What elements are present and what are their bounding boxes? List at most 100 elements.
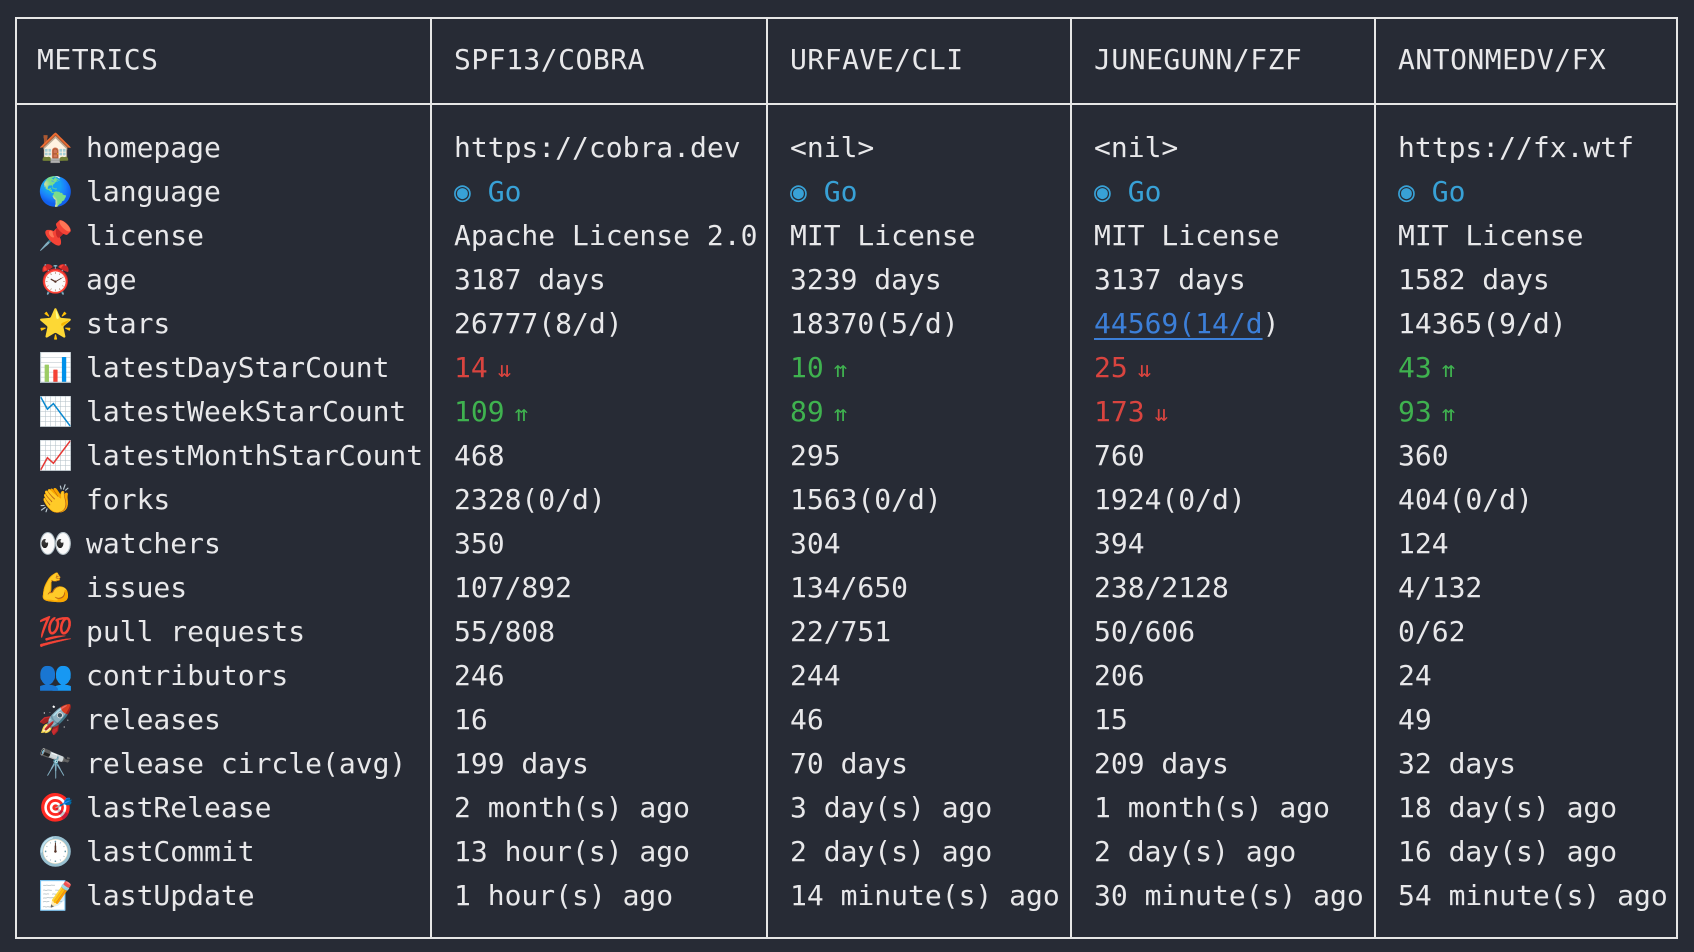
metric-value: ◉ Go bbox=[1094, 172, 1161, 212]
metric-value: 89 ⇈ bbox=[790, 392, 847, 432]
metric-label: releases bbox=[86, 703, 221, 736]
column-divider bbox=[430, 17, 432, 939]
metric-label: release circle(avg) bbox=[86, 747, 407, 780]
metric-value: 49 bbox=[1398, 703, 1432, 736]
stars-link[interactable]: 44569(14/d bbox=[1094, 307, 1263, 340]
metric-value: 26777(8/d) bbox=[454, 307, 623, 340]
metric-value: 18 day(s) ago bbox=[1398, 791, 1618, 824]
direct-hit-icon: 🎯 bbox=[38, 791, 73, 824]
metric-label: stars bbox=[86, 307, 171, 340]
hundred-points-icon: 💯 bbox=[38, 615, 73, 648]
metric-value: 295 bbox=[790, 439, 841, 472]
metric-label: issues bbox=[86, 571, 188, 604]
trend-value: 109 bbox=[454, 395, 505, 428]
trend-down-icon: ⇊ bbox=[1137, 358, 1151, 383]
metric-value: 14 minute(s) ago bbox=[790, 879, 1060, 912]
metric-value: 394 bbox=[1094, 527, 1145, 560]
metric-value: MIT License bbox=[1094, 219, 1280, 252]
chart-increasing-icon: 📈 bbox=[38, 439, 73, 472]
busts-icon: 👥 bbox=[38, 659, 73, 692]
metric-label: license bbox=[86, 219, 205, 252]
metric-label: lastUpdate bbox=[86, 879, 255, 912]
metric-value: 16 bbox=[454, 703, 488, 736]
house-icon: 🏠 bbox=[38, 131, 73, 164]
metric-value: 1563(0/d) bbox=[790, 483, 942, 516]
language-value: Go bbox=[1127, 175, 1162, 208]
metric-value: 0/62 bbox=[1398, 615, 1466, 648]
metric-value: 2 month(s) ago bbox=[454, 791, 691, 824]
metric-value: <nil> bbox=[790, 131, 875, 164]
metric-value: 70 days bbox=[790, 747, 909, 780]
metric-value: 468 bbox=[454, 439, 505, 472]
metric-value: 16 day(s) ago bbox=[1398, 835, 1618, 868]
metric-value: 124 bbox=[1398, 527, 1449, 560]
column-divider bbox=[1374, 17, 1376, 939]
metric-value: 4/132 bbox=[1398, 571, 1483, 604]
metric-value: 22/751 bbox=[790, 615, 892, 648]
metric-label: language bbox=[86, 175, 221, 208]
metric-value: 2 day(s) ago bbox=[790, 835, 993, 868]
rocket-icon: 🚀 bbox=[38, 703, 73, 736]
metric-value: 304 bbox=[790, 527, 841, 560]
header-antonmedv-fx: ANTONMEDV/FX bbox=[1398, 43, 1607, 76]
language-dot-icon: ◉ bbox=[790, 175, 824, 208]
trend-up-icon: ⇈ bbox=[514, 402, 528, 427]
metric-value: ◉ Go bbox=[1398, 172, 1465, 212]
metric-label: lastRelease bbox=[86, 791, 272, 824]
header-spf13-cobra: SPF13/COBRA bbox=[454, 43, 645, 76]
metric-value: 3 day(s) ago bbox=[790, 791, 993, 824]
clock-icon: 🕛 bbox=[38, 835, 73, 868]
clapping-hands-icon: 👏 bbox=[38, 483, 73, 516]
metric-value: 134/650 bbox=[790, 571, 909, 604]
metric-label: watchers bbox=[86, 527, 221, 560]
metric-label: lastCommit bbox=[86, 835, 255, 868]
metric-label: latestMonthStarCount bbox=[86, 439, 424, 472]
metric-value: 360 bbox=[1398, 439, 1449, 472]
metric-value: 18370(5/d) bbox=[790, 307, 959, 340]
header-divider bbox=[15, 103, 1678, 105]
metric-value: MIT License bbox=[1398, 219, 1584, 252]
flexed-biceps-icon: 💪 bbox=[38, 571, 73, 604]
metric-value: 10 ⇈ bbox=[790, 348, 847, 388]
metric-value: 46 bbox=[790, 703, 824, 736]
metric-value: 199 days bbox=[454, 747, 589, 780]
metric-value: 15 bbox=[1094, 703, 1128, 736]
metric-value: https://fx.wtf bbox=[1398, 131, 1635, 164]
column-divider bbox=[766, 17, 768, 939]
trend-value: 89 bbox=[790, 395, 824, 428]
globe-icon: 🌎 bbox=[38, 175, 73, 208]
metric-value: 14365(9/d) bbox=[1398, 307, 1567, 340]
metric-value: 44569(14/d) bbox=[1094, 304, 1279, 344]
telescope-icon: 🔭 bbox=[38, 747, 73, 780]
metric-value: 1582 days bbox=[1398, 263, 1550, 296]
metric-value: 2 day(s) ago bbox=[1094, 835, 1297, 868]
metric-label: homepage bbox=[86, 131, 221, 164]
metric-value: 3187 days bbox=[454, 263, 606, 296]
metric-value: 2328(0/d) bbox=[454, 483, 606, 516]
metric-label: pull requests bbox=[86, 615, 306, 648]
trend-up-icon: ⇈ bbox=[1441, 402, 1455, 427]
metric-value: 1 month(s) ago bbox=[1094, 791, 1331, 824]
metric-value: 43 ⇈ bbox=[1398, 348, 1455, 388]
bar-chart-icon: 📊 bbox=[38, 351, 73, 384]
trend-down-icon: ⇊ bbox=[497, 358, 511, 383]
metric-value: 404(0/d) bbox=[1398, 483, 1533, 516]
metric-value: 350 bbox=[454, 527, 505, 560]
pushpin-icon: 📌 bbox=[38, 219, 73, 252]
metric-value: 50/606 bbox=[1094, 615, 1196, 648]
metric-value: 206 bbox=[1094, 659, 1145, 692]
metric-value: 3239 days bbox=[790, 263, 942, 296]
metric-value: 30 minute(s) ago bbox=[1094, 879, 1364, 912]
glowing-star-icon: 🌟 bbox=[38, 307, 73, 340]
column-divider bbox=[1070, 17, 1072, 939]
header-urfave-cli: URFAVE/CLI bbox=[790, 43, 964, 76]
metric-value: 32 days bbox=[1398, 747, 1517, 780]
metric-value: 25 ⇊ bbox=[1094, 348, 1151, 388]
metric-label: latestDayStarCount bbox=[86, 351, 390, 384]
chart-decreasing-icon: 📉 bbox=[38, 395, 73, 428]
metric-value: ◉ Go bbox=[790, 172, 857, 212]
language-value: Go bbox=[1431, 175, 1466, 208]
metric-value: 13 hour(s) ago bbox=[454, 835, 691, 868]
trend-value: 43 bbox=[1398, 351, 1432, 384]
language-dot-icon: ◉ bbox=[1094, 175, 1128, 208]
